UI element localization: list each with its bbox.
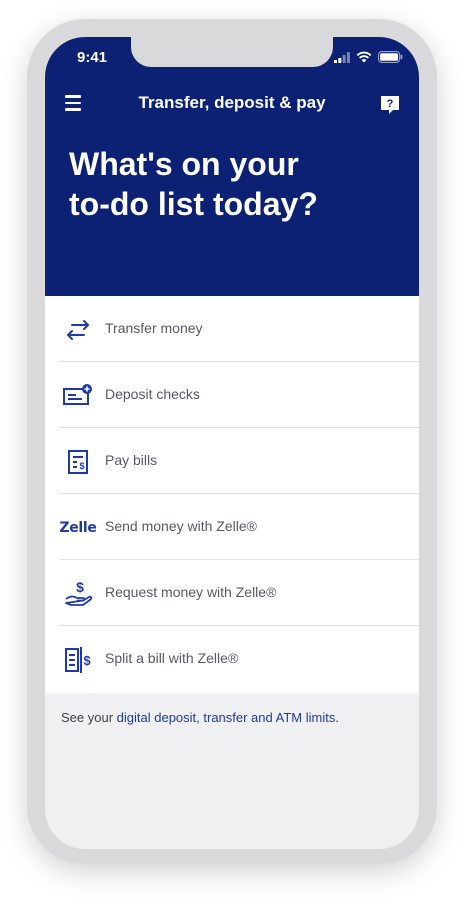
svg-text:$: $ [83,653,91,668]
zelle-logo: Zelle [59,515,97,541]
action-list: Transfer money Deposit checks $ Pay bill… [45,296,419,693]
list-item-label: Request money with Zelle® [105,584,277,600]
limits-footer: See your digital deposit, transfer and A… [61,710,401,725]
transfer-arrows-icon [61,317,95,343]
footer-suffix: . [335,710,339,725]
list-item-label: Pay bills [105,452,158,468]
cellular-signal-icon [334,51,350,63]
headline-line-1: What's on your [69,146,299,182]
limits-link[interactable]: digital deposit, transfer and ATM limits [117,710,336,725]
list-item-label: Deposit checks [105,386,200,402]
battery-icon [378,51,403,63]
bill-icon: $ [61,449,95,475]
device-notch [131,37,333,67]
svg-text:$: $ [79,461,84,471]
list-item-request-zelle[interactable]: $ Request money with Zelle® [45,560,419,626]
list-item-pay-bills[interactable]: $ Pay bills [45,428,419,494]
list-item-label: Send money with Zelle® [105,518,257,534]
split-bill-icon: $ [61,647,95,673]
help-chat-icon[interactable]: ? [379,93,401,115]
app-screen: 9:41 Transfer, deposit & pay ? What's on… [45,37,419,849]
list-item-label: Transfer money [105,320,203,336]
hand-dollar-icon: $ [61,579,95,607]
nav-title: Transfer, deposit & pay [138,93,326,112]
list-item-split-zelle[interactable]: $ Split a bill with Zelle® [45,626,419,692]
deposit-check-icon [61,383,95,409]
nav-bar: Transfer, deposit & pay ? [45,89,419,119]
footer-prefix: See your [61,710,117,725]
status-icons [334,51,403,63]
wifi-icon [356,51,372,63]
list-item-deposit-checks[interactable]: Deposit checks [45,362,419,428]
status-time: 9:41 [77,49,108,66]
list-item-send-zelle[interactable]: Zelle Send money with Zelle® [45,494,419,560]
zelle-logo-text: Zelle [59,520,97,536]
svg-text:?: ? [387,98,394,110]
header-hero: 9:41 Transfer, deposit & pay ? What's on… [45,37,419,296]
page-headline: What's on your to-do list today? [69,144,399,224]
list-item-transfer-money[interactable]: Transfer money [45,296,419,362]
list-item-label: Split a bill with Zelle® [105,650,239,666]
svg-text:$: $ [76,579,84,595]
headline-line-2: to-do list today? [69,186,318,222]
